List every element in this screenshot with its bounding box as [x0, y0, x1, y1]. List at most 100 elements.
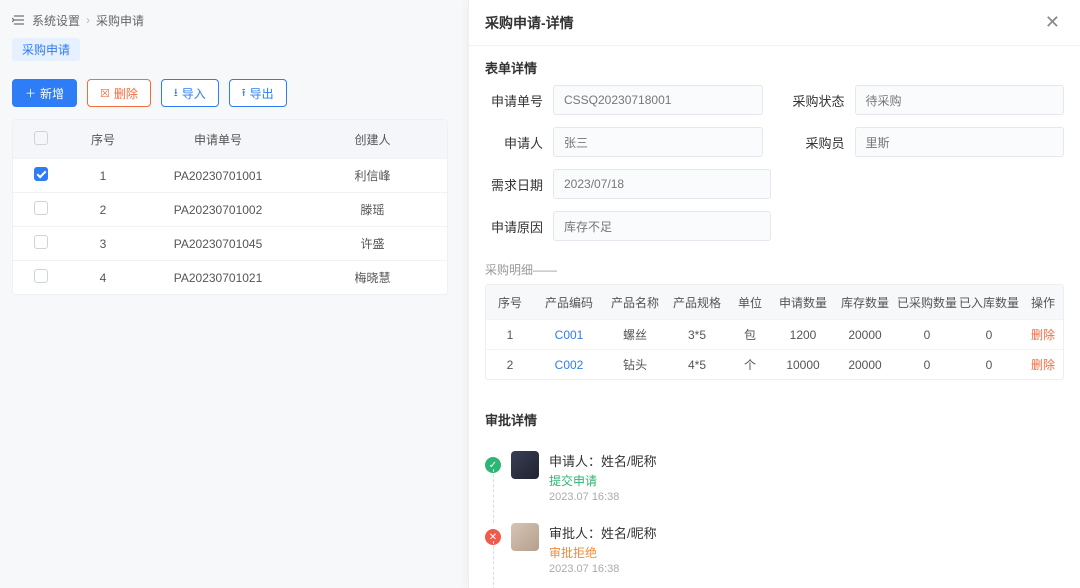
toolbar: ＋ 新增 ☒ 删除 ⭳ 导入 ⭱ 导出 [12, 79, 448, 107]
row-checkbox[interactable] [34, 235, 48, 249]
dc-in-qty: 0 [958, 358, 1020, 372]
dc-name: 钻头 [604, 356, 666, 373]
dh-spec: 产品规格 [666, 294, 728, 311]
dc-idx: 1 [486, 328, 534, 342]
cell-creator: 梅晓慧 [298, 269, 447, 286]
dc-bought-qty: 0 [896, 328, 958, 342]
dh-bought-qty: 已采购数量 [896, 294, 958, 311]
col-apply-no: 申请单号 [138, 131, 298, 148]
dh-code: 产品编码 [534, 294, 604, 311]
dc-code[interactable]: C001 [534, 328, 604, 342]
dc-stock-qty: 20000 [834, 358, 896, 372]
detail-row: 1C001螺丝3*5包12002000000删除 [486, 319, 1063, 349]
drawer-title: 采购申请-详情 [485, 13, 574, 33]
export-icon: ⭱ [242, 84, 246, 103]
section-form-title: 表单详情 [469, 46, 1080, 85]
dc-spec: 3*5 [666, 328, 728, 342]
cell-creator: 滕瑶 [298, 201, 447, 218]
add-button[interactable]: ＋ 新增 [12, 79, 77, 107]
label-status: 采购状态 [787, 91, 845, 110]
breadcrumb-item[interactable]: 系统设置 [32, 12, 80, 29]
table-row[interactable]: 3PA20230701045许盛 [13, 226, 447, 260]
chevron-right-icon: › [86, 13, 90, 27]
dc-name: 螺丝 [604, 326, 666, 343]
approval-list: ✓申请人：姓名/昵称提交申请2023.07 16:38✕审批人：姓名/昵称审批拒… [469, 437, 1080, 588]
dc-apply-qty: 10000 [772, 358, 834, 372]
avatar [511, 451, 539, 479]
approval-item: ✕ 审批人：姓名/昵称审批拒绝 2023.07 16:38 [485, 517, 1064, 588]
row-checkbox[interactable] [34, 167, 48, 181]
section-approval-title: 审批详情 [469, 398, 1080, 437]
col-index: 序号 [68, 131, 138, 148]
table-row[interactable]: 1PA20230701001利信峰 [13, 158, 447, 192]
approval-time: 2023.07 16:38 [549, 563, 657, 575]
approval-item: ✓申请人：姓名/昵称提交申请2023.07 16:38 [485, 445, 1064, 517]
close-icon[interactable]: ✕ [1041, 10, 1064, 35]
need-date-field[interactable] [553, 169, 771, 199]
dc-apply-qty: 1200 [772, 328, 834, 342]
dc-in-qty: 0 [958, 328, 1020, 342]
delete-button[interactable]: ☒ 删除 [87, 79, 151, 107]
detail-row: 2C002钻头4*5个100002000000删除 [486, 349, 1063, 379]
dh-op: 操作 [1020, 294, 1066, 311]
cell-apply-no: PA20230701001 [138, 169, 298, 183]
detail-form: 申请单号 采购状态 申请人 采购员 需求日期 [469, 85, 1080, 257]
dc-idx: 2 [486, 358, 534, 372]
row-checkbox[interactable] [34, 201, 48, 215]
reason-field[interactable] [553, 211, 771, 241]
cell-apply-no: PA20230701002 [138, 203, 298, 217]
applicant-field[interactable] [553, 127, 763, 157]
detail-table: 序号 产品编码 产品名称 产品规格 单位 申请数量 库存数量 已采购数量 已入库… [485, 284, 1064, 380]
dh-unit: 单位 [728, 294, 772, 311]
label-reason: 申请原因 [485, 217, 543, 236]
dc-unit: 个 [728, 356, 772, 373]
dh-in-qty: 已入库数量 [958, 294, 1020, 311]
dh-name: 产品名称 [604, 294, 666, 311]
import-button[interactable]: ⭳ 导入 [161, 79, 219, 107]
dc-unit: 包 [728, 326, 772, 343]
table-row[interactable]: 2PA20230701002滕瑶 [13, 192, 447, 226]
export-button[interactable]: ⭱ 导出 [229, 79, 287, 107]
approval-name: 审批人：姓名/昵称 [549, 523, 657, 542]
row-delete-button[interactable]: 删除 [1020, 356, 1066, 373]
row-delete-button[interactable]: 删除 [1020, 326, 1066, 343]
apply-no-field[interactable] [553, 85, 763, 115]
cell-idx: 4 [68, 271, 138, 285]
label-buyer: 采购员 [787, 133, 845, 152]
approval-time: 2023.07 16:38 [549, 491, 657, 503]
menu-collapse-icon[interactable] [12, 13, 26, 27]
cell-creator: 许盛 [298, 235, 447, 252]
checkbox-all[interactable] [34, 131, 48, 145]
row-checkbox[interactable] [34, 269, 48, 283]
cell-idx: 3 [68, 237, 138, 251]
buyer-field[interactable] [855, 127, 1065, 157]
label-need-date: 需求日期 [485, 175, 543, 194]
dc-bought-qty: 0 [896, 358, 958, 372]
dc-code[interactable]: C002 [534, 358, 604, 372]
label-apply-no: 申请单号 [485, 91, 543, 110]
dh-apply-qty: 申请数量 [772, 294, 834, 311]
page-tab-current[interactable]: 采购申请 [12, 38, 80, 61]
table-row[interactable]: 4PA20230701021梅晓慧 [13, 260, 447, 294]
avatar [511, 523, 539, 551]
cell-idx: 2 [68, 203, 138, 217]
approval-status: 审批拒绝 [549, 544, 657, 561]
close-circle-icon: ✕ [485, 529, 501, 545]
breadcrumb: 系统设置 › 采购申请 [12, 8, 448, 32]
approval-name: 申请人：姓名/昵称 [549, 451, 657, 470]
label-applicant: 申请人 [485, 133, 543, 152]
main-table: 序号 申请单号 创建人 1PA20230701001利信峰2PA20230701… [12, 119, 448, 295]
plus-icon: ＋ [25, 85, 36, 101]
dc-spec: 4*5 [666, 358, 728, 372]
cell-apply-no: PA20230701021 [138, 271, 298, 285]
approval-status: 提交申请 [549, 472, 657, 489]
dc-stock-qty: 20000 [834, 328, 896, 342]
trash-icon: ☒ [100, 87, 110, 100]
cell-idx: 1 [68, 169, 138, 183]
col-creator: 创建人 [298, 131, 447, 148]
breadcrumb-item: 采购申请 [96, 12, 144, 29]
detail-drawer: 采购申请-详情 ✕ 表单详情 申请单号 采购状态 申请人 采购员 [468, 0, 1080, 588]
detail-caption: 采购明细—— [469, 257, 1080, 284]
dh-stock-qty: 库存数量 [834, 294, 896, 311]
status-field[interactable] [855, 85, 1065, 115]
